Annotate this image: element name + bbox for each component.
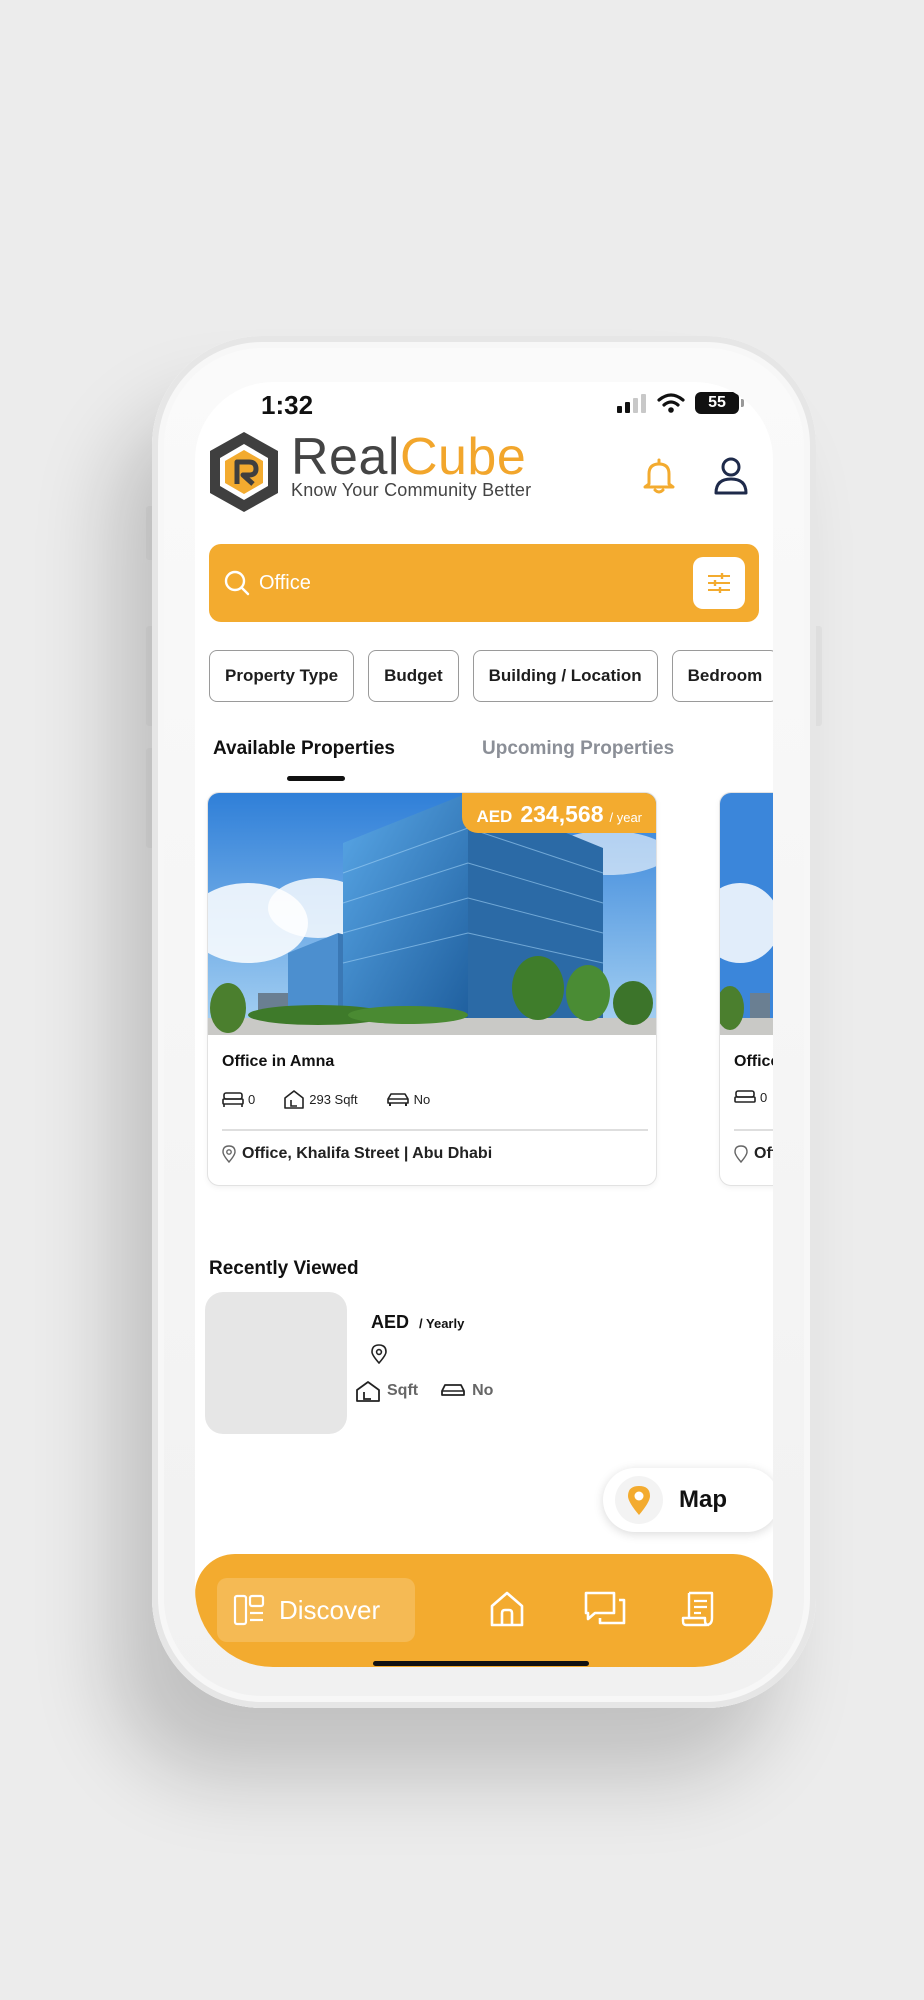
signal-icon: [617, 394, 646, 413]
chat-icon[interactable]: [583, 1590, 627, 1628]
filter-button[interactable]: [693, 557, 745, 609]
recently-viewed-price: AED / Yearly: [371, 1312, 464, 1333]
battery-icon: 55: [695, 392, 744, 414]
status-time: 1:32: [261, 390, 314, 420]
property-image-2: [720, 793, 773, 1035]
bed-icon: [734, 1090, 756, 1103]
search-bar: [209, 544, 759, 622]
car-icon: [441, 1384, 466, 1396]
brand-tagline: Know Your Community Better: [291, 480, 532, 500]
rv-period: / Yearly: [419, 1316, 465, 1331]
bedroom-count: 0: [248, 1091, 256, 1107]
price-period: / year: [609, 810, 642, 825]
tab-upcoming-properties[interactable]: Upcoming Properties: [482, 738, 674, 760]
property-features-2: 0: [734, 1089, 773, 1105]
price-badge: AED 234,568 / year: [462, 793, 656, 833]
battery-level: 55: [708, 394, 726, 411]
area-value: 293 Sqft: [309, 1091, 358, 1107]
active-tab-indicator: [287, 776, 345, 781]
chip-bedroom[interactable]: Bedroom: [671, 650, 773, 702]
discover-icon: [233, 1594, 265, 1626]
property-card[interactable]: AED 234,568 / year Office in Amna 0 293 …: [207, 792, 657, 1186]
status-icons: 55: [617, 392, 744, 414]
search-icon: [224, 570, 250, 596]
property-title-2: Office in Amna: [734, 1053, 773, 1070]
user-profile-icon[interactable]: [713, 456, 749, 496]
bottom-navigation: Discover: [195, 1554, 773, 1667]
recently-viewed-thumbnail[interactable]: [205, 1292, 347, 1434]
location-pin-icon: [371, 1344, 387, 1364]
nav-discover-label: Discover: [279, 1594, 381, 1625]
tab-available-properties[interactable]: Available Properties: [213, 738, 395, 760]
brand-name-real: Real: [291, 428, 400, 486]
bell-icon[interactable]: [639, 456, 679, 496]
area-icon: [356, 1381, 380, 1402]
realcube-logo[interactable]: RealCube Know Your Community Better: [207, 430, 531, 514]
chip-budget[interactable]: Budget: [368, 650, 459, 702]
rv-currency: AED: [371, 1312, 410, 1332]
property-card-2[interactable]: Office in Amna 0 Office, Khalifa Street …: [719, 792, 773, 1186]
card-divider-2: [734, 1129, 773, 1131]
wifi-icon: [657, 393, 685, 413]
location-pin-icon: [222, 1145, 236, 1163]
price-currency: AED: [476, 807, 513, 826]
property-location-text: Office, Khalifa Street | Abu Dhabi: [242, 1145, 493, 1162]
property-location-text-2: Office, Khalifa Street | Abu Dhabi: [754, 1145, 773, 1162]
location-pin-icon: [734, 1145, 748, 1163]
map-pin-icon: [615, 1476, 663, 1524]
realcube-logo-icon: [210, 432, 278, 512]
bedroom-count-2: 0: [760, 1089, 768, 1105]
map-button-label: Map: [679, 1486, 727, 1513]
car-icon: [386, 1093, 409, 1106]
rv-parking: No: [472, 1382, 494, 1399]
map-button[interactable]: Map: [603, 1468, 773, 1532]
filter-chips: Property Type Budget Building / Location…: [209, 650, 773, 702]
brand-name-cube: Cube: [399, 428, 527, 486]
area-icon: [284, 1090, 305, 1109]
nav-discover[interactable]: Discover: [217, 1578, 415, 1642]
recently-viewed-features: Sqft No: [355, 1380, 493, 1402]
rv-area-unit: Sqft: [387, 1382, 419, 1399]
phone-screen: 1:32 55 RealCube Know Your Community Bet…: [195, 382, 773, 1667]
search-input[interactable]: [259, 571, 659, 595]
property-features: 0 293 Sqft No: [222, 1089, 458, 1109]
recently-viewed-heading: Recently Viewed: [209, 1258, 359, 1279]
home-icon[interactable]: [489, 1590, 525, 1628]
bed-icon: [222, 1092, 244, 1107]
property-location: Office, Khalifa Street | Abu Dhabi: [222, 1145, 492, 1163]
chip-property-type[interactable]: Property Type: [209, 650, 355, 702]
property-location-2: Office, Khalifa Street | Abu Dhabi: [734, 1145, 773, 1163]
receipt-icon[interactable]: [681, 1590, 717, 1628]
chip-building-location[interactable]: Building / Location: [472, 650, 658, 702]
price-value: 234,568: [520, 801, 604, 827]
property-title: Office in Amna: [222, 1053, 335, 1070]
parking-value: No: [413, 1091, 431, 1107]
home-indicator[interactable]: [373, 1661, 589, 1666]
sliders-icon: [708, 573, 730, 593]
card-divider: [222, 1129, 648, 1131]
